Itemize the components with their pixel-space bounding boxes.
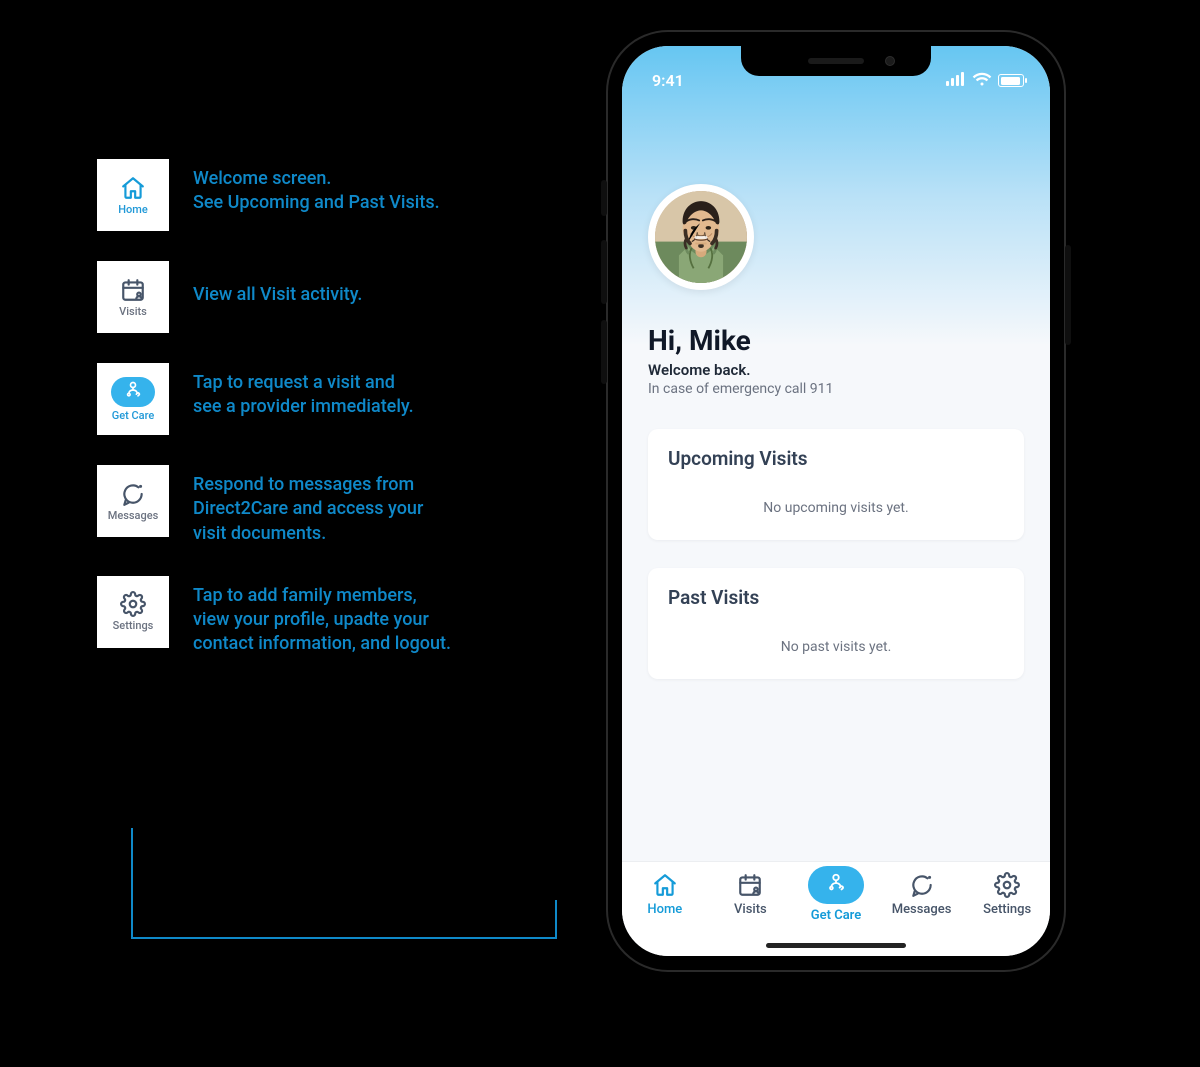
chat-icon (120, 481, 146, 507)
calendar-user-icon (737, 872, 763, 898)
legend-row-getcare: Get Care Tap to request a visit and see … (97, 363, 557, 435)
bottom-nav: Home Visits Get Care Me (622, 862, 1050, 956)
upcoming-visits-card[interactable]: Upcoming Visits No upcoming visits yet. (648, 429, 1024, 540)
greeting-title: Hi, Mike (648, 324, 1024, 357)
legend-row-messages: Messages Respond to messages from Direct… (97, 465, 557, 546)
legend-row-settings: Settings Tap to add family members, view… (97, 576, 557, 657)
home-content: Hi, Mike Welcome back. In case of emerge… (622, 94, 1050, 679)
nav-label: Home (647, 902, 682, 917)
legend-tile-visits[interactable]: Visits (97, 261, 169, 333)
status-time: 9:41 (652, 71, 684, 90)
nav-label: Settings (983, 902, 1031, 917)
legend-desc-settings: Tap to add family members, view your pro… (193, 584, 451, 657)
greeting-subtitle: Welcome back. (648, 361, 1024, 379)
legend-tile-label: Settings (113, 619, 154, 632)
legend-desc-getcare: Tap to request a visit and see a provide… (193, 371, 414, 420)
getcare-pill (808, 866, 864, 904)
legend-tile-label: Messages (108, 509, 159, 522)
legend-tile-label: Get Care (112, 409, 155, 422)
stethoscope-icon (825, 872, 847, 898)
nav-label: Messages (892, 902, 952, 917)
greeting-note: In case of emergency call 911 (648, 381, 1024, 397)
chat-icon (909, 872, 935, 898)
gear-icon (120, 591, 146, 617)
legend-row-visits: Visits View all Visit activity. (97, 261, 557, 333)
greeting: Hi, Mike Welcome back. In case of emerge… (648, 324, 1024, 397)
legend-desc-home: Welcome screen. See Upcoming and Past Vi… (193, 167, 440, 216)
wifi-icon (972, 71, 992, 90)
phone-side-button (601, 240, 607, 304)
status-icons (946, 71, 1024, 90)
battery-icon (998, 74, 1024, 87)
card-title: Upcoming Visits (668, 447, 1004, 470)
home-indicator (766, 943, 906, 948)
avatar-image (655, 191, 747, 283)
phone-screen: 9:41 (622, 46, 1050, 956)
calendar-user-icon (120, 277, 146, 303)
nav-home[interactable]: Home (628, 872, 702, 917)
gear-icon (994, 872, 1020, 898)
phone-side-button (601, 180, 607, 216)
nav-messages[interactable]: Messages (885, 872, 959, 917)
legend-desc-messages: Respond to messages from Direct2Care and… (193, 473, 423, 546)
getcare-pill (111, 377, 155, 407)
phone-side-button (1065, 245, 1071, 345)
legend: Home Welcome screen. See Upcoming and Pa… (97, 159, 557, 687)
home-icon (652, 872, 678, 898)
home-icon (120, 175, 146, 201)
card-empty-text: No past visits yet. (668, 639, 1004, 655)
legend-desc-visits: View all Visit activity. (193, 283, 362, 307)
legend-tile-getcare[interactable]: Get Care (97, 363, 169, 435)
legend-tile-settings[interactable]: Settings (97, 576, 169, 648)
phone-side-button (601, 320, 607, 384)
past-visits-card[interactable]: Past Visits No past visits yet. (648, 568, 1024, 679)
card-title: Past Visits (668, 586, 1004, 609)
phone-frame: 9:41 (606, 30, 1066, 972)
legend-row-home: Home Welcome screen. See Upcoming and Pa… (97, 159, 557, 231)
nav-visits[interactable]: Visits (713, 872, 787, 917)
legend-tile-messages[interactable]: Messages (97, 465, 169, 537)
nav-label: Get Care (811, 908, 862, 923)
nav-settings[interactable]: Settings (970, 872, 1044, 917)
nav-getcare[interactable]: Get Care (799, 872, 873, 923)
legend-tile-home[interactable]: Home (97, 159, 169, 231)
avatar[interactable] (648, 184, 754, 290)
status-bar: 9:41 (622, 46, 1050, 94)
legend-tile-label: Home (118, 203, 148, 216)
legend-connector (130, 828, 558, 1008)
legend-tile-label: Visits (119, 305, 147, 318)
stethoscope-icon (123, 380, 143, 404)
cellular-icon (946, 71, 966, 90)
card-empty-text: No upcoming visits yet. (668, 500, 1004, 516)
nav-label: Visits (734, 902, 767, 917)
